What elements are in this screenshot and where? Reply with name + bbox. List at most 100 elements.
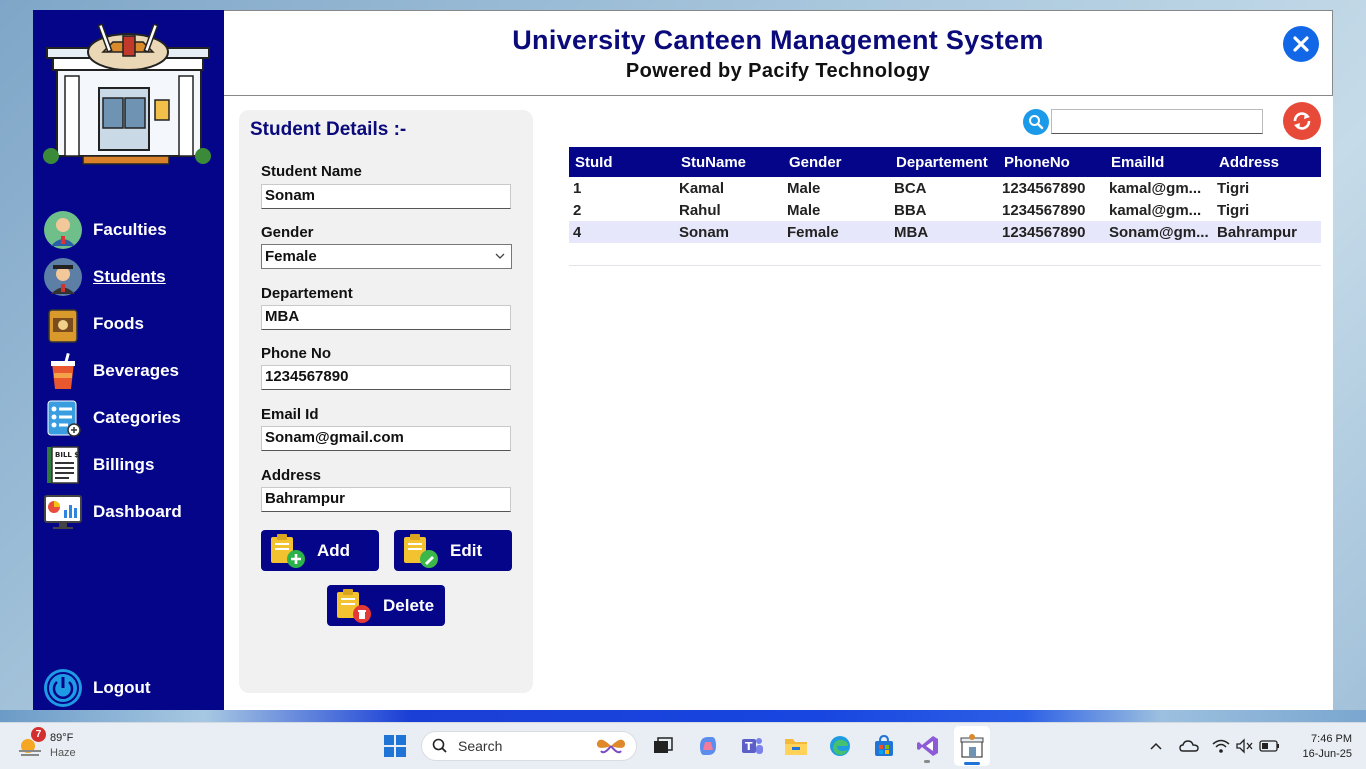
battery-icon <box>1259 740 1279 752</box>
bill-icon: BILL $ <box>43 445 83 485</box>
refresh-button[interactable] <box>1283 102 1321 140</box>
clock[interactable]: 7:46 PM 16-Jun-25 <box>1288 728 1352 764</box>
desktop-wallpaper <box>0 710 1366 722</box>
sidebar-item-label: Billings <box>93 455 155 474</box>
email-input[interactable]: Sonam@gmail.com <box>261 426 511 451</box>
cell-departement: BBA <box>894 202 927 219</box>
drink-cup-icon <box>43 351 83 391</box>
teams-button[interactable]: T <box>738 732 766 760</box>
search-button[interactable] <box>1023 109 1049 135</box>
address-input[interactable]: Bahrampur <box>261 487 511 512</box>
column-header[interactable]: Departement <box>896 154 988 171</box>
file-explorer-button[interactable] <box>782 732 810 760</box>
cell-stuname: Sonam <box>679 224 730 241</box>
clipboard-add-icon <box>269 533 309 569</box>
sidebar-item-label: Categories <box>93 408 181 427</box>
sidebar-item-label: Faculties <box>93 220 167 239</box>
show-hidden-icons-button[interactable] <box>1146 736 1166 756</box>
gender-select[interactable]: Female <box>261 244 512 269</box>
cell-stuname: Kamal <box>679 180 725 197</box>
task-view-icon <box>654 737 673 753</box>
cell-stuid: 1 <box>573 180 582 197</box>
column-header[interactable]: StuName <box>681 154 746 171</box>
column-header[interactable]: Address <box>1219 154 1279 171</box>
table-row[interactable]: 2 Rahul Male BBA 1234567890 kamal@gm... … <box>569 199 1321 221</box>
chevron-down-icon <box>495 253 505 259</box>
onedrive-button[interactable] <box>1178 736 1200 756</box>
column-header[interactable]: PhoneNo <box>1004 154 1070 171</box>
cell-departement: MBA <box>894 224 929 241</box>
logout-label: Logout <box>93 678 151 697</box>
column-header[interactable]: EmailId <box>1111 154 1164 171</box>
app-title: University Canteen Management System <box>512 25 1044 55</box>
delete-button-label: Delete <box>383 595 435 615</box>
students-grid[interactable]: StuId StuName Gender Departement PhoneNo… <box>569 147 1321 266</box>
sidebar-item-faculties[interactable]: Faculties <box>43 210 218 250</box>
edit-button-label: Edit <box>450 540 483 560</box>
copilot-icon <box>700 737 716 755</box>
table-row[interactable]: 1 Kamal Male BCA 1234567890 kamal@gm... … <box>569 177 1321 199</box>
app-window: Faculties Students Foods Beverages Categ… <box>33 10 1333 710</box>
weather-badge: 7 <box>31 727 46 742</box>
start-button[interactable] <box>382 733 408 759</box>
canteen-app-taskbar-button[interactable] <box>954 726 990 766</box>
clipboard-delete-icon <box>335 588 375 624</box>
close-button[interactable] <box>1283 26 1319 62</box>
edit-button[interactable]: Edit <box>394 530 512 571</box>
sidebar: Faculties Students Foods Beverages Categ… <box>33 10 224 710</box>
windows-icon <box>384 735 406 757</box>
student-details-panel: Student Details :- Student Name Sonam Ge… <box>239 110 533 693</box>
cell-gender: Female <box>787 224 839 241</box>
search-input[interactable] <box>1051 109 1263 134</box>
cell-email: kamal@gm... <box>1109 180 1202 197</box>
copilot-button[interactable] <box>694 732 722 760</box>
sidebar-item-beverages[interactable]: Beverages <box>43 351 218 391</box>
address-label: Address <box>261 467 322 484</box>
sidebar-item-students[interactable]: Students <box>43 257 218 297</box>
food-bag-icon <box>43 304 83 344</box>
sidebar-item-foods[interactable]: Foods <box>43 304 218 344</box>
teams-icon: T <box>742 738 763 754</box>
student-name-input[interactable]: Sonam <box>261 184 511 209</box>
sidebar-item-categories[interactable]: Categories <box>43 398 218 438</box>
add-button[interactable]: Add <box>261 530 379 571</box>
delete-button[interactable]: Delete <box>327 585 445 626</box>
table-row-selected[interactable]: 4 Sonam Female MBA 1234567890 Sonam@gm..… <box>569 221 1321 243</box>
cell-phone: 1234567890 <box>1002 180 1086 197</box>
app-subtitle: Powered by Pacify Technology <box>625 60 931 82</box>
sidebar-item-label: Beverages <box>93 361 180 380</box>
phone-input[interactable]: 1234567890 <box>261 365 511 390</box>
column-header[interactable]: StuId <box>575 154 613 171</box>
student-name-label: Student Name <box>261 163 362 180</box>
email-label: Email Id <box>261 406 319 423</box>
sidebar-item-dashboard[interactable]: Dashboard <box>43 492 218 532</box>
departement-input[interactable]: MBA <box>261 305 511 330</box>
cell-gender: Male <box>787 180 821 197</box>
list-icon <box>43 398 83 438</box>
visual-studio-icon <box>917 736 938 756</box>
clock-date: 16-Jun-25 <box>1302 747 1352 760</box>
weather-widget[interactable]: 7 89°F Haze <box>16 727 86 763</box>
panel-title: Student Details :- <box>250 119 407 140</box>
edge-browser-button[interactable] <box>826 732 854 760</box>
visual-studio-button[interactable] <box>914 732 942 763</box>
wifi-icon <box>1212 739 1230 753</box>
close-icon <box>1293 36 1309 52</box>
volume-muted-icon <box>1236 738 1253 754</box>
refresh-icon <box>1293 112 1311 130</box>
store-button[interactable] <box>870 732 898 760</box>
header: University Canteen Management System Pow… <box>224 10 1333 96</box>
clock-time: 7:46 PM <box>1311 732 1352 745</box>
taskbar-search[interactable]: Search <box>421 731 637 761</box>
power-icon <box>43 668 83 708</box>
logout-button[interactable]: Logout <box>43 668 218 708</box>
svg-text:BILL $: BILL $ <box>55 451 79 459</box>
search-icon <box>432 738 447 753</box>
cell-address: Tigri <box>1217 180 1250 197</box>
cloud-icon <box>1179 740 1199 752</box>
task-view-button[interactable] <box>650 733 676 759</box>
search-icon <box>1029 115 1044 130</box>
column-header[interactable]: Gender <box>789 154 842 171</box>
system-tray[interactable] <box>1208 735 1284 757</box>
sidebar-item-billings[interactable]: BILL $ Billings <box>43 445 218 485</box>
